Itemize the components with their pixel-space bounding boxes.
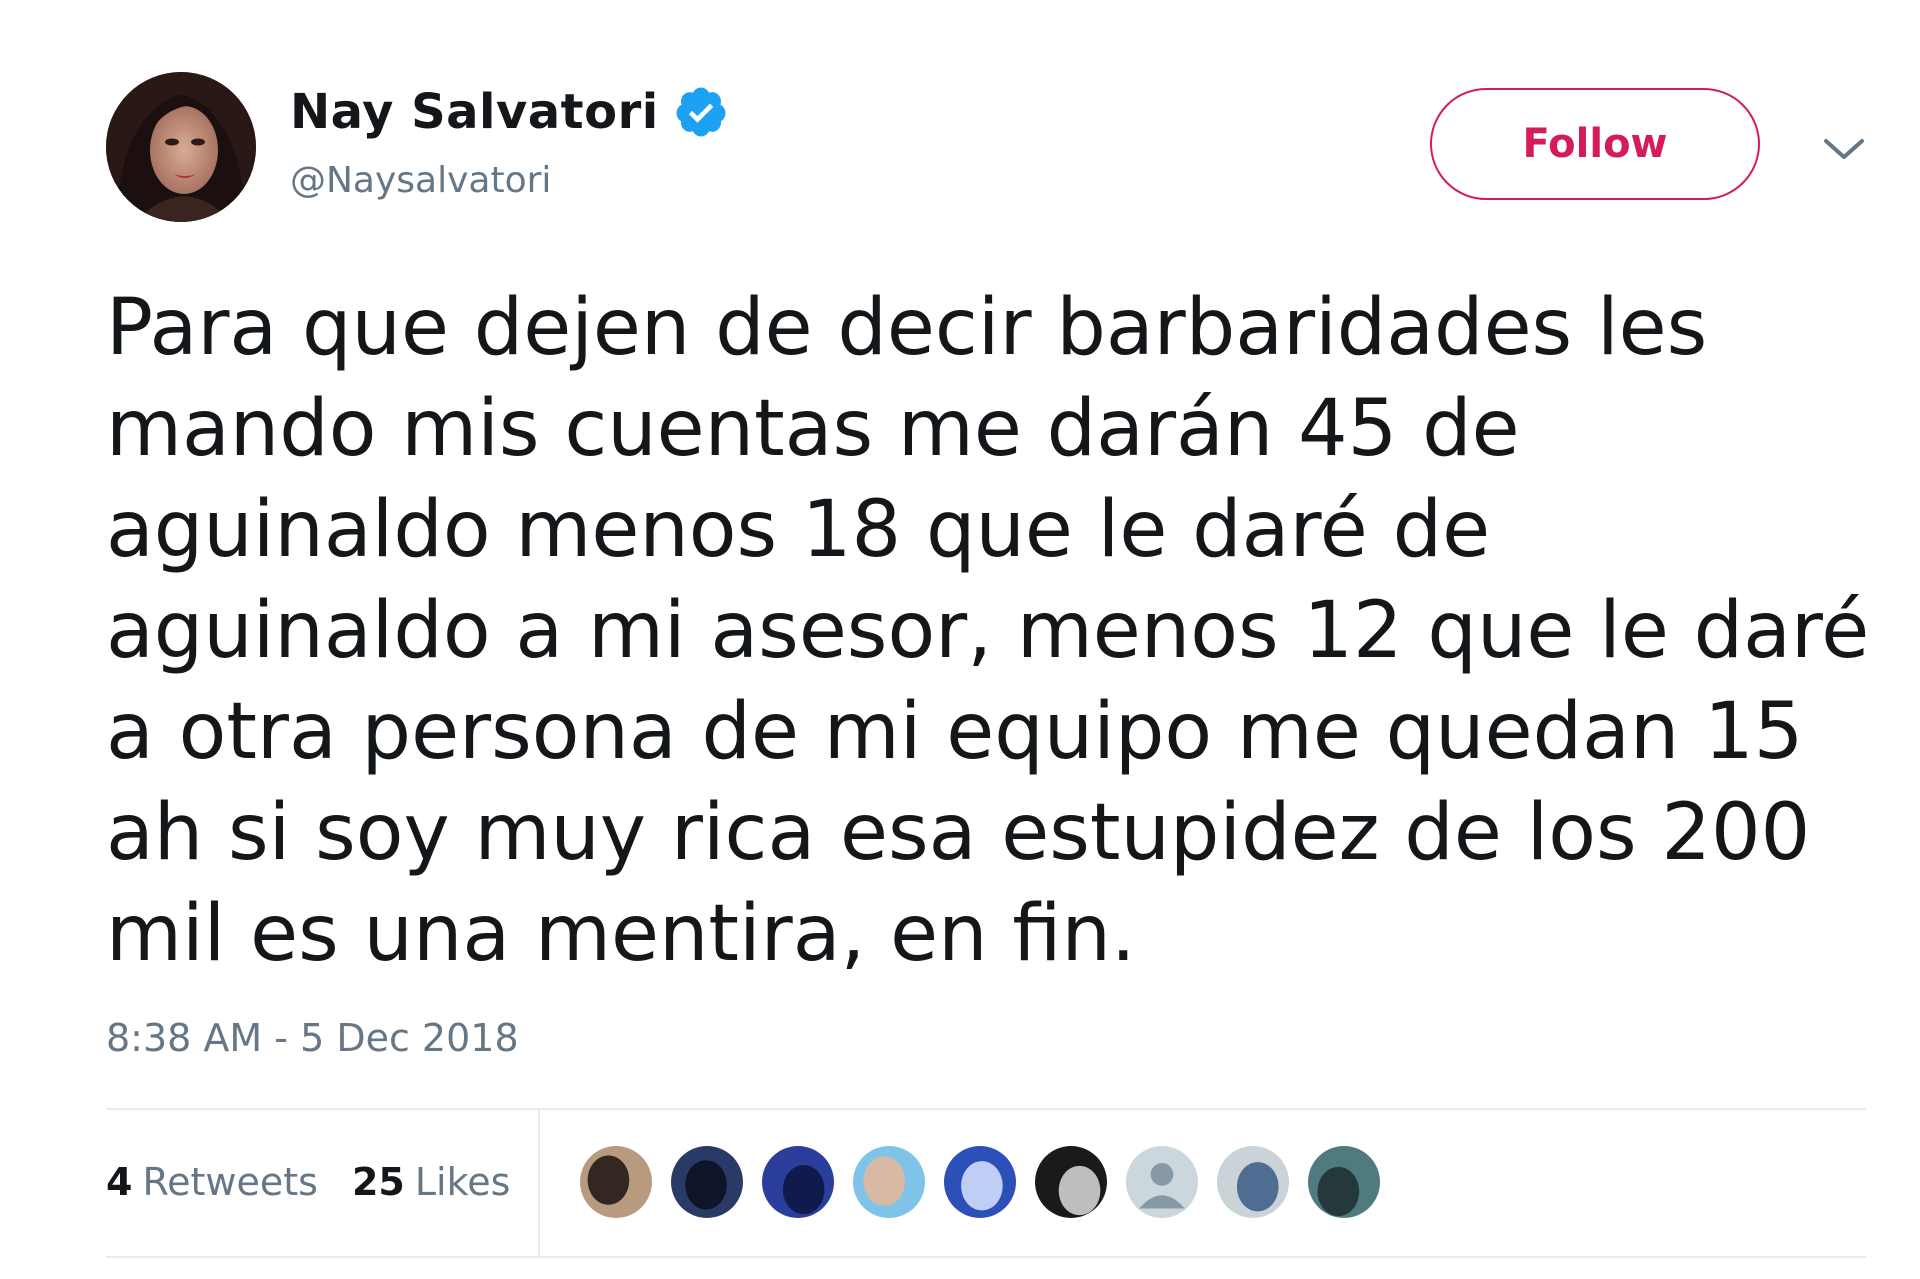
stats-divider-bottom: [106, 1256, 1866, 1258]
liker-avatar-6: [1035, 1146, 1107, 1218]
liker-avatar[interactable]: [1033, 1144, 1109, 1220]
liker-avatar[interactable]: [1215, 1144, 1291, 1220]
profile-photo-icon: [106, 72, 256, 222]
retweets-label: Retweets: [142, 1160, 318, 1204]
default-avatar: [1126, 1146, 1198, 1218]
author-handle[interactable]: @Naysalvatori: [290, 160, 551, 201]
liker-avatar[interactable]: [1124, 1144, 1200, 1220]
liker-avatar[interactable]: [942, 1144, 1018, 1220]
liker-avatar-9: [1308, 1146, 1380, 1218]
verified-badge-icon: [676, 87, 726, 137]
tweet-text: Para que dejen de decir barbaridades les…: [106, 283, 1870, 979]
liker-avatar-5: [944, 1146, 1016, 1218]
liker-avatar-3: [762, 1146, 834, 1218]
liker-avatars: [578, 1144, 1397, 1220]
tweet-timestamp[interactable]: 8:38 AM - 5 Dec 2018: [106, 1016, 519, 1060]
likes-label: Likes: [414, 1160, 511, 1204]
liker-avatar[interactable]: [760, 1144, 836, 1220]
liker-avatar[interactable]: [851, 1144, 927, 1220]
retweets-count: 4: [106, 1160, 133, 1204]
follow-button[interactable]: Follow: [1430, 88, 1760, 200]
retweets-stat[interactable]: 4 Retweets: [106, 1160, 318, 1204]
liker-avatar[interactable]: [1306, 1144, 1382, 1220]
likes-count: 25: [351, 1160, 405, 1204]
stats-vertical-divider: [538, 1108, 540, 1256]
tweet-stats: 4 Retweets 25 Likes: [106, 1108, 510, 1256]
liker-avatar[interactable]: [669, 1144, 745, 1220]
liker-avatar-4: [853, 1146, 925, 1218]
chevron-down-icon[interactable]: [1822, 135, 1866, 163]
liker-avatar[interactable]: [578, 1144, 654, 1220]
tweet-card: Nay Salvatori @Naysalvatori Follow Para …: [0, 0, 1920, 1279]
liker-avatar-2: [671, 1146, 743, 1218]
likes-stat[interactable]: 25 Likes: [352, 1160, 510, 1204]
author-name-row: Nay Salvatori: [290, 82, 729, 142]
liker-avatar-1: [580, 1146, 652, 1218]
liker-avatar-8: [1217, 1146, 1289, 1218]
author-avatar[interactable]: [106, 72, 256, 222]
author-display-name[interactable]: Nay Salvatori: [290, 84, 659, 140]
